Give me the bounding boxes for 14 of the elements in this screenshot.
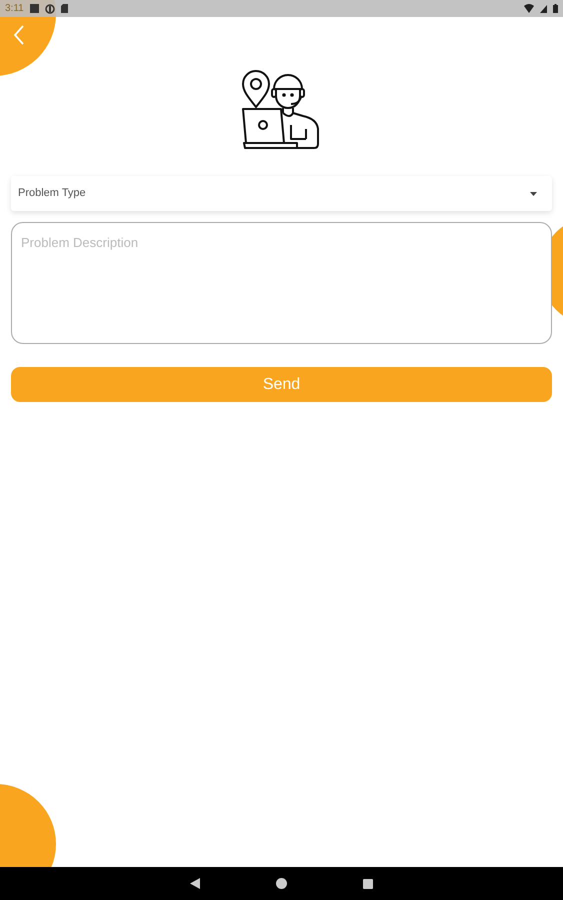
notification-icon (30, 4, 39, 13)
recents-nav-icon[interactable] (363, 878, 373, 888)
battery-icon (553, 4, 558, 13)
home-nav-icon[interactable] (276, 878, 287, 889)
wifi-icon (524, 4, 534, 13)
problem-type-dropdown[interactable]: Problem Type (11, 176, 552, 211)
status-time: 3:11 (5, 2, 24, 16)
sim-card-icon (60, 4, 68, 13)
back-nav-icon[interactable] (190, 878, 200, 889)
signal-icon (540, 4, 547, 12)
notification-icon (44, 4, 55, 14)
dropdown-placeholder: Problem Type (18, 186, 87, 202)
dropdown-caret-icon (530, 192, 537, 196)
problem-description-field[interactable]: Problem Description (11, 222, 552, 344)
